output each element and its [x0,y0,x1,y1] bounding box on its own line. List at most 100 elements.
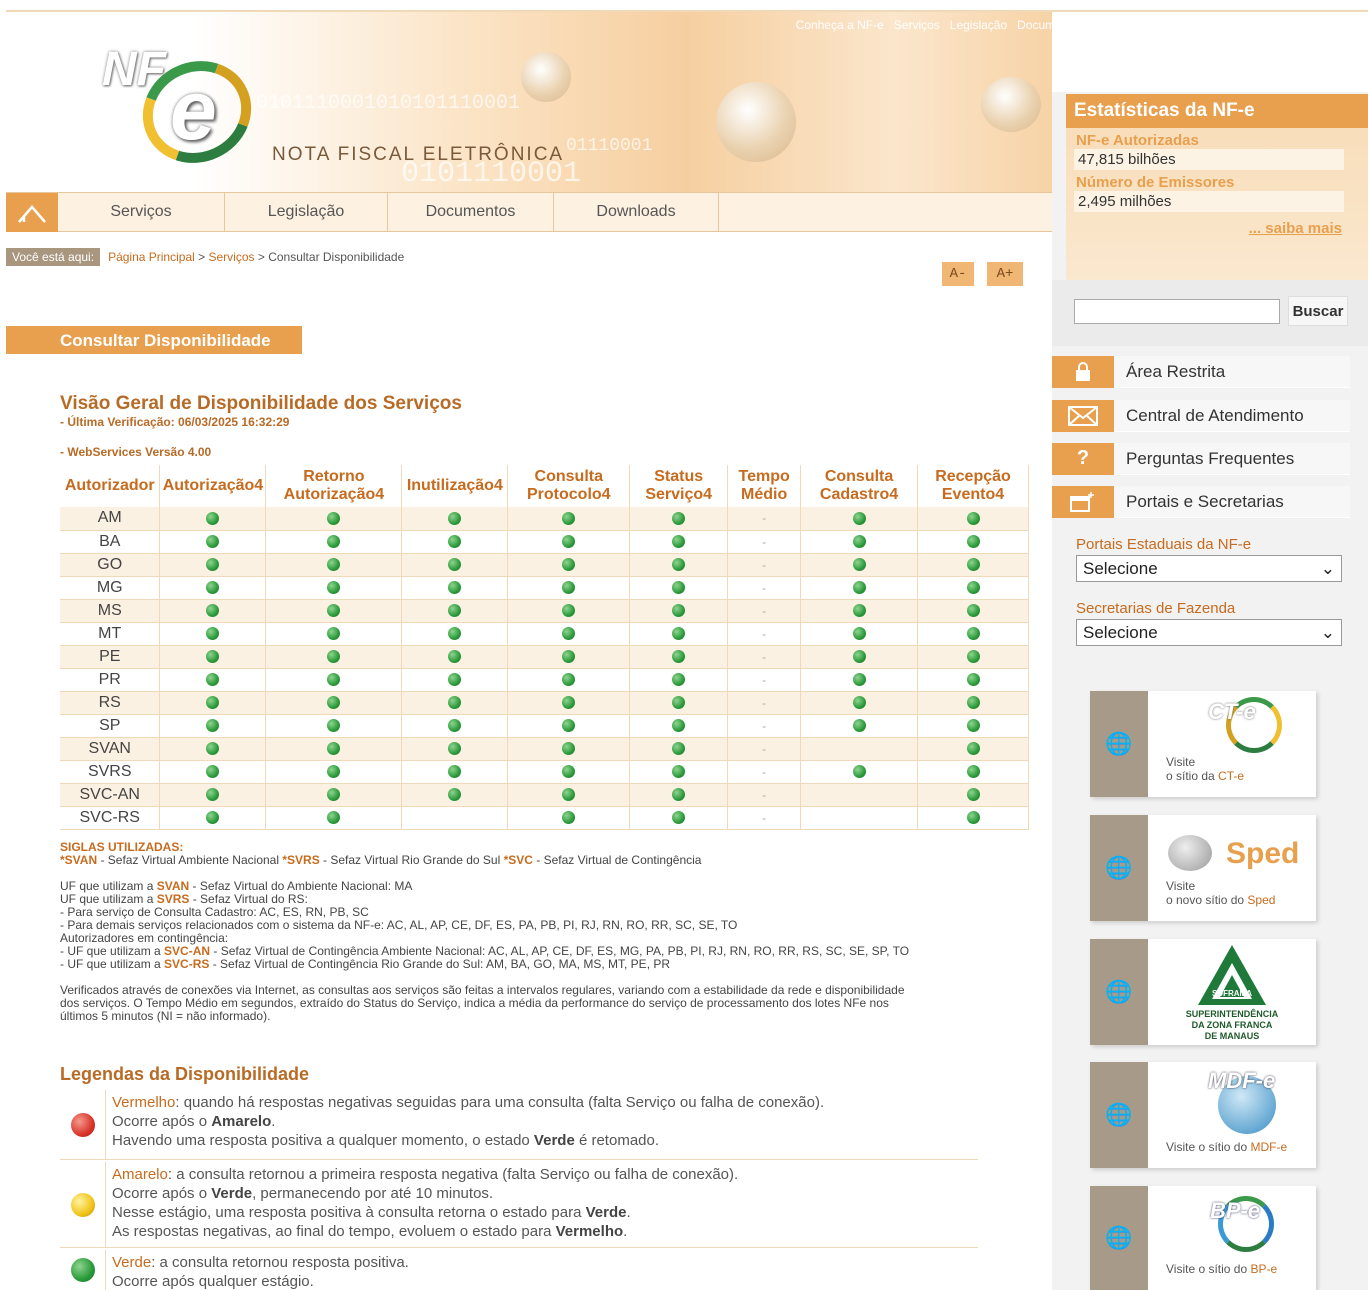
top-nav-item[interactable]: Conheça a NF-e [796,18,884,32]
status-cell [265,645,403,669]
window-add-icon [1052,485,1114,518]
chevron-down-icon: ⌄ [1320,558,1335,578]
green-status-icon [852,695,866,709]
green-status-icon [852,580,866,594]
top-nav: Conheça a NF-e Serviços Legislação Docum… [796,18,1358,32]
authorizer-name: PR [60,668,161,692]
status-cell [800,507,918,531]
search-box: Buscar [1052,280,1368,346]
more-link[interactable]: ... saiba mais [1066,220,1368,237]
caption-line: DA ZONA FRANCA [1191,1020,1273,1030]
link-label: Portais e Secretarias [1126,491,1284,511]
avg-time-cell: - [727,714,802,738]
note-text: - Sefaz Virtual de Contingência Ambiente… [210,944,910,958]
red-status-icon [70,1112,95,1137]
top-nav-item[interactable]: Área Restrita [1164,18,1234,32]
top-nav-item[interactable]: Documentos [1017,18,1084,32]
sped-card[interactable]: 🌐 Sped Visite o novo sítio do Sped [1090,815,1316,921]
status-cell [917,783,1029,807]
nav-servicos[interactable]: Serviços [58,193,225,231]
green-status-icon [562,557,576,571]
top-nav-item[interactable]: Downloads [1095,18,1154,32]
note-key: SVRS [156,892,190,906]
secretarias-select[interactable]: Selecione ⌄ [1076,619,1342,646]
banner: 0101110001010101110001 01110001 01011100… [6,12,1052,192]
status-cell [507,737,631,761]
status-cell [917,599,1029,623]
authorizer-name: PE [60,645,161,669]
search-input[interactable] [1074,299,1280,324]
table-row: PE - [60,645,1029,669]
table-row: SVC-RS - [60,806,1029,830]
green-status-icon [966,672,980,686]
link-area-restrita[interactable]: Área Restrita [1052,355,1350,388]
portais-select[interactable]: Selecione ⌄ [1076,555,1342,582]
status-cell [159,599,267,623]
status-cell [159,737,267,761]
nav-documentos[interactable]: Documentos [388,193,554,231]
note-text: - Sefaz Virtual de Contingência Rio Gran… [209,957,671,971]
col-header: Status Serviço4 [629,465,729,507]
font-decrease-button[interactable]: A- [942,262,974,286]
mdfe-card[interactable]: 🌐 MDF-e Visite o sítio do MDF-e [1090,1062,1316,1168]
nfe-logo[interactable]: NF e [72,42,268,181]
col-header: Retorno Autorização4 [265,465,403,507]
note-text: - UF que utilizam a [60,944,165,958]
green-status-icon [327,764,341,778]
link-label: Perguntas Frequentes [1126,448,1295,468]
green-status-icon [327,649,341,663]
green-status-icon [327,718,341,732]
top-nav-item[interactable]: Documentos e outros [1244,18,1358,32]
font-increase-button[interactable]: A+ [987,262,1023,286]
globe-icon: 🌐 [1090,939,1148,1045]
status-cell [629,645,729,669]
status-cell [629,530,729,554]
top-nav-item[interactable]: Legislação [950,18,1007,32]
table-body: AM - BA - GO - MG - MS - MT - PE - PR - RS - SP - SVAN - SVRS -… [60,507,1029,830]
visit-key: CT-e [1218,769,1245,783]
nav-legislacao[interactable]: Legislação [225,193,388,231]
status-cell [917,806,1029,830]
link-perguntas-frequentes[interactable]: ? Perguntas Frequentes [1052,442,1350,475]
note-text: Verificados através de conexões via Inte… [60,983,905,997]
suframa-card[interactable]: 🌐 SUFRAMA SUPERINTENDÊNCIA DA ZONA FRANC… [1090,939,1316,1045]
legend-red-icon-cell [60,1090,106,1159]
status-cell [265,668,403,692]
status-cell [265,507,403,531]
mdfe-visit: Visite o sítio do MDF-e [1166,1140,1287,1154]
green-status-icon [327,580,341,594]
top-nav-item[interactable]: Serviços [894,18,940,32]
ws-version: - WebServices Versão 4.00 [60,445,212,459]
status-cell [401,622,509,646]
sped-logo [1168,835,1212,871]
avg-time-cell: - [727,507,802,531]
green-status-icon [852,718,866,732]
link-label: Área Restrita [1126,361,1226,381]
table-row: MG - [60,576,1029,600]
status-cell [265,622,403,646]
table-row: RS - [60,691,1029,715]
table-row: AM - [60,507,1029,531]
cte-card[interactable]: 🌐 CT-e Visite o sítio da CT-e [1090,691,1316,797]
link-portais-secretarias[interactable]: Portais e Secretarias [1052,485,1350,518]
search-button[interactable]: Buscar [1288,296,1348,326]
green-status-icon [448,511,462,525]
card-body: SUFRAMA SUPERINTENDÊNCIA DA ZONA FRANCA … [1148,939,1316,1045]
breadcrumb-home-link[interactable]: Página Principal [108,250,195,264]
status-cell [401,507,509,531]
green-status-icon [206,672,220,686]
last-check: - Última Verificação: 06/03/2025 16:32:2… [60,415,290,429]
breadcrumb-services-link[interactable]: Serviços [208,250,254,264]
home-button[interactable] [6,193,58,232]
green-status-icon [206,580,220,594]
sigla-text: - Sefaz Virtual de Contingência [532,853,702,867]
green-status-icon [448,695,462,709]
cte-logo-text: CT-e [1208,699,1256,724]
issuers-value: 2,495 milhões [1074,191,1344,212]
link-central-atendimento[interactable]: Central de Atendimento [1052,399,1350,432]
banner-binary: 0101110001010101110001 [256,92,521,115]
nav-downloads[interactable]: Downloads [554,193,719,231]
bpe-card[interactable]: 🌐 BP-e Visite o sítio do BP-e [1090,1186,1316,1290]
green-status-icon [852,764,866,778]
visit-text: Visite [1166,879,1196,893]
